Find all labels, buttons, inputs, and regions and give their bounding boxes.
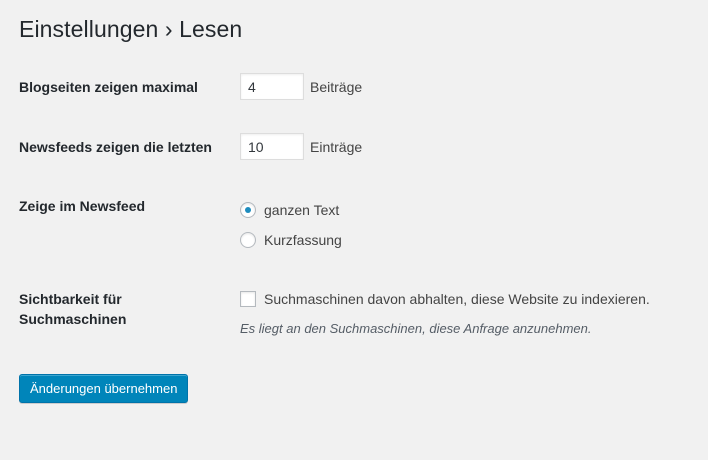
visibility-label-line2: Suchmaschinen: [19, 311, 127, 327]
search-engine-checkbox-row[interactable]: Suchmaschinen davon abhalten, diese Webs…: [240, 289, 650, 309]
search-engine-checkbox-label: Suchmaschinen davon abhalten, diese Webs…: [264, 291, 650, 307]
search-engine-checkbox[interactable]: [240, 291, 256, 307]
blog-pages-input[interactable]: [240, 73, 304, 100]
radio-button-summary[interactable]: [240, 232, 256, 248]
radio-option-full-text[interactable]: ganzen Text: [240, 200, 339, 220]
feeds-label: Newsfeeds zeigen die letzten: [19, 139, 212, 155]
radio-button-full-text[interactable]: [240, 202, 256, 218]
visibility-label: Sichtbarkeit für Suchmaschinen: [19, 289, 126, 329]
radio-selected-dot: [245, 207, 251, 213]
save-changes-button[interactable]: Änderungen übernehmen: [19, 374, 189, 403]
page-title: Einstellungen › Lesen: [19, 16, 243, 42]
feed-content-label: Zeige im Newsfeed: [19, 198, 146, 214]
visibility-label-line1: Sichtbarkeit für: [19, 291, 122, 307]
blog-pages-label: Blogseiten zeigen maximal: [19, 79, 198, 95]
feeds-input[interactable]: [240, 133, 304, 160]
radio-label-full-text: ganzen Text: [264, 202, 340, 218]
radio-option-summary[interactable]: Kurzfassung: [240, 230, 342, 250]
feeds-unit: Einträge: [310, 139, 363, 155]
blog-pages-unit: Beiträge: [310, 79, 363, 95]
radio-label-summary: Kurzfassung: [264, 232, 342, 248]
search-engine-description: Es liegt an den Suchmaschinen, diese Anf…: [240, 321, 592, 336]
